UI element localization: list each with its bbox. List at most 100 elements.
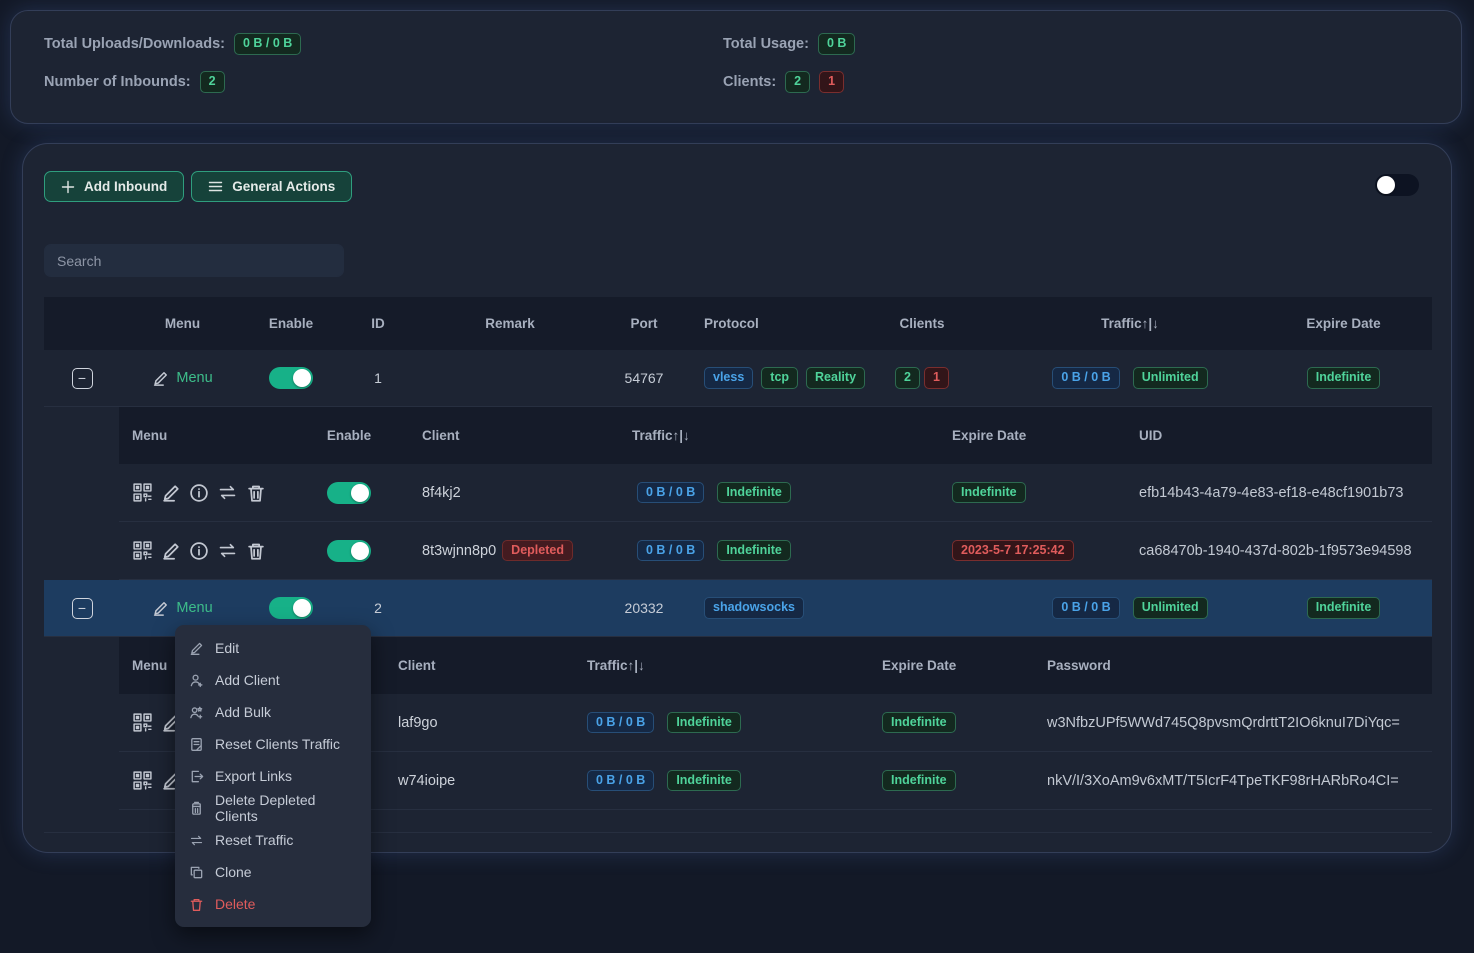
qr-code-icon[interactable] bbox=[132, 482, 153, 503]
protocol-tag-vless: vless bbox=[704, 367, 753, 389]
inbound-2-traffic-limit-badge: Unlimited bbox=[1133, 597, 1208, 619]
reset-traffic-icon[interactable] bbox=[217, 482, 238, 503]
menu-item-delete[interactable]: Delete bbox=[175, 888, 371, 920]
header-clients: Clients bbox=[839, 297, 1005, 350]
collapse-row-button[interactable] bbox=[72, 598, 93, 619]
stats-card: Total Uploads/Downloads: 0 B / 0 B Total… bbox=[10, 10, 1462, 124]
header-expire-date: Expire Date bbox=[1255, 297, 1432, 350]
stat-clients-active-badge: 2 bbox=[785, 71, 810, 93]
clients-1-header-uid: UID bbox=[1129, 407, 1432, 464]
clients-2-header-traffic[interactable]: Traffic↑|↓ bbox=[572, 637, 872, 694]
menu-lines-icon bbox=[208, 180, 223, 193]
inbound-1-remark bbox=[419, 350, 601, 406]
inbound-2-traffic-badge: 0 B / 0 B bbox=[1052, 597, 1119, 619]
clients-1-header-expire: Expire Date bbox=[942, 407, 1129, 464]
header-protocol: Protocol bbox=[687, 297, 839, 350]
client-expire-badge: 2023-5-7 17:25:42 bbox=[952, 540, 1074, 562]
dark-mode-toggle[interactable] bbox=[1375, 174, 1419, 196]
add-inbound-label: Add Inbound bbox=[84, 179, 167, 194]
clients-2-header-password: Password bbox=[1039, 637, 1432, 694]
clone-icon bbox=[189, 865, 204, 880]
info-icon[interactable] bbox=[189, 541, 209, 561]
stat-total-usage: Total Usage: 0 B bbox=[723, 31, 1461, 57]
edit-icon bbox=[152, 600, 169, 617]
general-actions-button[interactable]: General Actions bbox=[191, 171, 352, 202]
export-links-icon bbox=[189, 769, 204, 784]
stat-clients-depleted-badge: 1 bbox=[819, 71, 844, 93]
client-traffic-badge: 0 B / 0 B bbox=[587, 770, 654, 792]
collapse-row-button[interactable] bbox=[72, 368, 93, 389]
stat-clients: Clients: 2 1 bbox=[723, 69, 1461, 95]
inbound-1-menu-button[interactable]: Menu bbox=[152, 370, 212, 387]
header-menu: Menu bbox=[120, 297, 245, 350]
client-enable-toggle[interactable] bbox=[327, 482, 371, 504]
inbound-2-enable-toggle[interactable] bbox=[269, 597, 313, 619]
inbound-2-protocol-tags: shadowsocks bbox=[704, 597, 804, 619]
toolbar: Add Inbound General Actions bbox=[44, 171, 352, 202]
header-id: ID bbox=[337, 297, 419, 350]
client-row-8t3wjnn8p0: 8t3wjnn8p0 Depleted 0 B / 0 B Indefinite… bbox=[119, 522, 1432, 580]
clients-1-header-traffic[interactable]: Traffic↑|↓ bbox=[622, 407, 942, 464]
header-remark: Remark bbox=[419, 297, 601, 350]
inbound-2-menu-label: Menu bbox=[176, 600, 212, 616]
add-inbound-button[interactable]: Add Inbound bbox=[44, 171, 184, 202]
delete-client-icon[interactable] bbox=[246, 541, 266, 561]
clients-1-header-enable: Enable bbox=[309, 407, 389, 464]
inbound-2-menu-button[interactable]: Menu bbox=[152, 600, 212, 617]
inbound-1-id: 1 bbox=[337, 350, 419, 406]
qr-code-icon[interactable] bbox=[132, 540, 153, 561]
protocol-tag-shadowsocks: shadowsocks bbox=[704, 597, 804, 619]
menu-item-add-bulk[interactable]: Add Bulk bbox=[175, 696, 371, 728]
menu-item-delete-depleted-clients[interactable]: Delete Depleted Clients bbox=[175, 792, 371, 824]
header-traffic[interactable]: Traffic↑|↓ bbox=[1005, 297, 1255, 350]
client-name: 8t3wjnn8p0 bbox=[422, 543, 496, 559]
qr-code-icon[interactable] bbox=[132, 770, 153, 791]
plus-icon bbox=[61, 180, 75, 194]
inbound-2-port: 20332 bbox=[601, 580, 687, 636]
inbounds-table-header: Menu Enable ID Remark Port Protocol Clie… bbox=[44, 297, 1432, 350]
inbound-1-enable-toggle[interactable] bbox=[269, 367, 313, 389]
stat-uploads-label: Total Uploads/Downloads: bbox=[44, 36, 225, 52]
inbound-1-clients-badges: 2 1 bbox=[895, 367, 949, 389]
client-enable-toggle[interactable] bbox=[327, 540, 371, 562]
client-traffic-limit-badge: Indefinite bbox=[667, 770, 741, 792]
reset-clients-traffic-icon bbox=[189, 737, 204, 752]
reset-traffic-icon bbox=[189, 833, 204, 848]
refresh-icon[interactable] bbox=[1346, 177, 1363, 194]
reset-traffic-icon[interactable] bbox=[217, 540, 238, 561]
client-row-8f4kj2: 8f4kj2 0 B / 0 B Indefinite Indefinite e… bbox=[119, 464, 1432, 522]
menu-item-reset-traffic[interactable]: Reset Traffic bbox=[175, 824, 371, 856]
inbound-1-traffic-badge: 0 B / 0 B bbox=[1052, 367, 1119, 389]
delete-icon bbox=[189, 897, 204, 912]
inbound-1-menu-label: Menu bbox=[176, 370, 212, 386]
info-icon[interactable] bbox=[189, 483, 209, 503]
menu-item-clone[interactable]: Clone bbox=[175, 856, 371, 888]
client-expire-badge: Indefinite bbox=[882, 712, 956, 734]
stat-inbounds-value-badge: 2 bbox=[200, 71, 225, 93]
add-client-icon bbox=[189, 673, 204, 688]
menu-item-add-client[interactable]: Add Client bbox=[175, 664, 371, 696]
stat-usage-value-badge: 0 B bbox=[818, 33, 855, 55]
search-input[interactable] bbox=[44, 244, 344, 277]
client-traffic-limit-badge: Indefinite bbox=[717, 482, 791, 504]
edit-icon[interactable] bbox=[161, 541, 181, 561]
clients-1-header: Menu Enable Client Traffic↑|↓ Expire Dat… bbox=[119, 407, 1432, 464]
inbound-2-remark bbox=[419, 580, 601, 636]
inbound-1-port: 54767 bbox=[601, 350, 687, 406]
clients-2-header-expire: Expire Date bbox=[872, 637, 1039, 694]
client-password: w3NfbzUPf5WWd745Q8pvsmQrdrttT2IO6knuI7Di… bbox=[1047, 715, 1400, 731]
menu-item-reset-clients-traffic[interactable]: Reset Clients Traffic bbox=[175, 728, 371, 760]
general-actions-label: General Actions bbox=[232, 179, 335, 194]
edit-icon[interactable] bbox=[161, 483, 181, 503]
header-port: Port bbox=[601, 297, 687, 350]
inbound-1-expire-badge: Indefinite bbox=[1307, 367, 1381, 389]
client-uid: efb14b43-4a79-4e83-ef18-e48cf1901b73 bbox=[1139, 485, 1403, 501]
add-bulk-icon bbox=[189, 705, 204, 720]
menu-item-export-links[interactable]: Export Links bbox=[175, 760, 371, 792]
delete-client-icon[interactable] bbox=[246, 483, 266, 503]
menu-item-edit[interactable]: Edit bbox=[175, 632, 371, 664]
client-name: laf9go bbox=[398, 715, 438, 731]
inbound-1-clients-table: Menu Enable Client Traffic↑|↓ Expire Dat… bbox=[119, 407, 1432, 580]
qr-code-icon[interactable] bbox=[132, 712, 153, 733]
client-password: nkV/I/3XoAm9v6xMT/T5IcrF4TpeTKF98rHARbRo… bbox=[1047, 773, 1399, 789]
